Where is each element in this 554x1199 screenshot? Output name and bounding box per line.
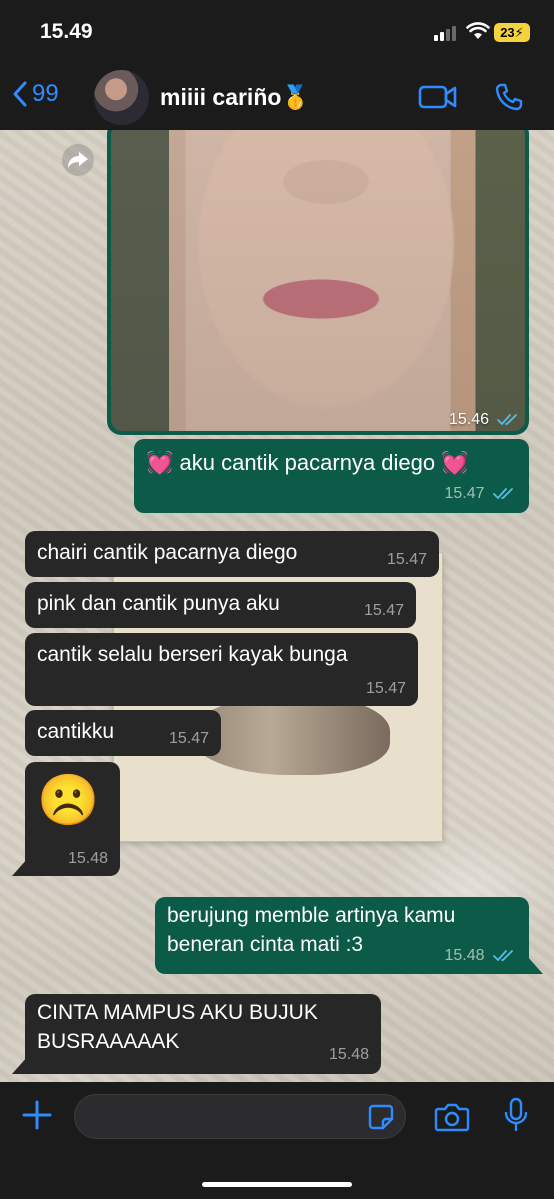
message-time: 15.47 bbox=[168, 729, 209, 747]
message-time: 15.46 bbox=[448, 411, 489, 428]
incoming-message[interactable]: cantikku 15.47 bbox=[25, 710, 221, 756]
chat-area[interactable]: 15.46 💓 aku cantik pacarnya diego 💓 15.4… bbox=[0, 130, 554, 1082]
back-button[interactable]: 99 bbox=[12, 80, 59, 108]
bubble-tail bbox=[12, 1056, 28, 1074]
camera-icon[interactable] bbox=[434, 1102, 470, 1132]
message-time: 15.48 bbox=[444, 946, 485, 964]
outgoing-message[interactable]: berujung memble artinya kamu beneran cin… bbox=[155, 897, 529, 974]
microphone-icon[interactable] bbox=[504, 1097, 528, 1133]
message-meta: 15.48 bbox=[445, 945, 516, 967]
read-ticks-icon bbox=[493, 949, 513, 961]
message-text: ☹️ bbox=[37, 772, 100, 828]
message-text: chairi cantik pacarnya diego bbox=[37, 541, 298, 564]
sticker-icon[interactable] bbox=[368, 1104, 394, 1130]
wifi-icon bbox=[466, 22, 490, 39]
incoming-message[interactable]: pink dan cantik punya aku 15.47 bbox=[25, 582, 416, 628]
message-time: 15.47 bbox=[386, 550, 427, 568]
message-time: 15.47 bbox=[363, 601, 404, 619]
outgoing-message[interactable]: 💓 aku cantik pacarnya diego 💓 15.47 bbox=[134, 439, 529, 513]
signal-icon bbox=[434, 26, 456, 41]
read-ticks-icon bbox=[493, 487, 513, 499]
message-meta: 15.46 bbox=[449, 411, 519, 429]
top-bar: 15.49 23 ⚡ 99 miiii cariño🥇 bbox=[0, 0, 554, 130]
video-call-icon[interactable] bbox=[418, 84, 458, 110]
photo-message[interactable]: 15.46 bbox=[107, 130, 529, 435]
bubble-tail bbox=[527, 956, 543, 974]
photo-image[interactable] bbox=[111, 130, 525, 431]
message-text: cantikku bbox=[37, 720, 115, 743]
message-time: 15.48 bbox=[328, 1045, 369, 1063]
message-time: 15.47 bbox=[365, 679, 406, 697]
read-ticks-icon bbox=[497, 414, 517, 426]
plus-icon[interactable] bbox=[20, 1098, 54, 1132]
incoming-message[interactable]: ☹️ 15.48 bbox=[25, 762, 120, 876]
message-text: CINTA MAMPUS AKU BUJUK BUSRAAAAAK bbox=[37, 1001, 318, 1053]
bubble-tail bbox=[12, 858, 28, 876]
battery-icon: 23 ⚡ bbox=[494, 23, 530, 42]
back-chevron-icon bbox=[13, 81, 27, 107]
incoming-message[interactable]: CINTA MAMPUS AKU BUJUK BUSRAAAAAK 15.48 bbox=[25, 994, 381, 1074]
message-text: cantik selalu berseri kayak bunga bbox=[37, 643, 348, 666]
forward-icon bbox=[68, 152, 88, 168]
message-time: 15.47 bbox=[444, 484, 485, 502]
incoming-message[interactable]: chairi cantik pacarnya diego 15.47 bbox=[25, 531, 439, 577]
contact-name[interactable]: miiii cariño🥇 bbox=[160, 84, 310, 111]
incoming-message[interactable]: cantik selalu berseri kayak bunga 15.47 bbox=[25, 633, 418, 706]
message-text: pink dan cantik punya aku bbox=[37, 592, 280, 615]
home-indicator bbox=[202, 1182, 352, 1187]
phone-call-icon[interactable] bbox=[494, 82, 524, 112]
message-time: 15.48 bbox=[67, 849, 108, 867]
forward-button[interactable] bbox=[62, 144, 94, 176]
battery-level: 23 bbox=[500, 25, 515, 40]
unread-count: 99 bbox=[32, 80, 59, 107]
contact-avatar[interactable] bbox=[94, 70, 149, 125]
message-meta: 15.47 bbox=[445, 483, 516, 505]
message-text: 💓 aku cantik pacarnya diego 💓 bbox=[146, 450, 469, 475]
message-input[interactable] bbox=[74, 1094, 406, 1139]
status-time: 15.49 bbox=[40, 20, 93, 43]
